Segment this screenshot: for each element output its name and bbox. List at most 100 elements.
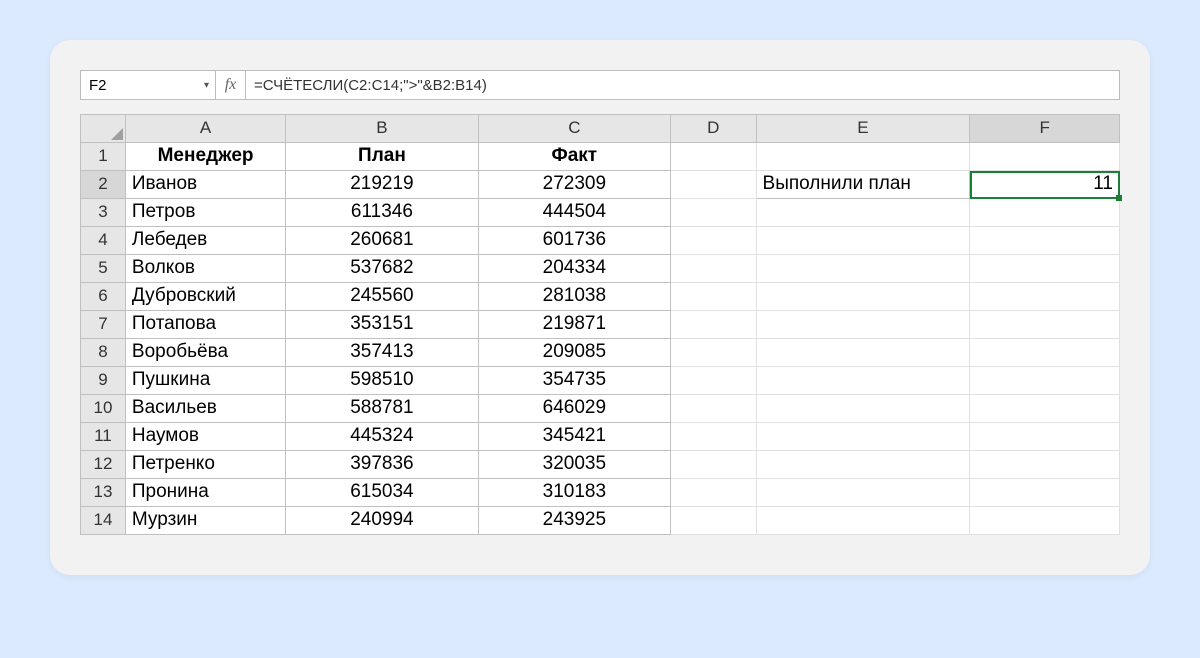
cell-D10[interactable]: [671, 395, 757, 423]
cell-C3[interactable]: 444504: [478, 199, 670, 227]
cell-B4[interactable]: 260681: [286, 227, 478, 255]
cell-A12[interactable]: Петренко: [125, 451, 285, 479]
cell-B3[interactable]: 611346: [286, 199, 478, 227]
cell-C13[interactable]: 310183: [478, 479, 670, 507]
cell-E8[interactable]: [756, 339, 970, 367]
cell-F8[interactable]: [970, 339, 1120, 367]
cell-A6[interactable]: Дубровский: [125, 283, 285, 311]
col-header-A[interactable]: A: [125, 115, 285, 143]
col-header-C[interactable]: C: [478, 115, 670, 143]
cell-D12[interactable]: [671, 451, 757, 479]
cell-D2[interactable]: [671, 171, 757, 199]
row-header-12[interactable]: 12: [81, 451, 126, 479]
cell-F13[interactable]: [970, 479, 1120, 507]
cell-D5[interactable]: [671, 255, 757, 283]
cell-A11[interactable]: Наумов: [125, 423, 285, 451]
cell-F14[interactable]: [970, 507, 1120, 535]
cell-A1[interactable]: Менеджер: [125, 143, 285, 171]
fx-icon[interactable]: fx: [216, 71, 246, 99]
cell-B2[interactable]: 219219: [286, 171, 478, 199]
row-header-2[interactable]: 2: [81, 171, 126, 199]
name-box[interactable]: F2 ▾: [81, 71, 216, 99]
cell-E7[interactable]: [756, 311, 970, 339]
cell-B10[interactable]: 588781: [286, 395, 478, 423]
cell-E13[interactable]: [756, 479, 970, 507]
row-header-9[interactable]: 9: [81, 367, 126, 395]
name-box-dropdown-icon[interactable]: ▾: [204, 80, 209, 91]
cell-E1[interactable]: [756, 143, 970, 171]
cell-F4[interactable]: [970, 227, 1120, 255]
cell-B13[interactable]: 615034: [286, 479, 478, 507]
row-header-5[interactable]: 5: [81, 255, 126, 283]
cell-C6[interactable]: 281038: [478, 283, 670, 311]
row-header-11[interactable]: 11: [81, 423, 126, 451]
cell-A5[interactable]: Волков: [125, 255, 285, 283]
cell-E10[interactable]: [756, 395, 970, 423]
cell-D8[interactable]: [671, 339, 757, 367]
cell-C8[interactable]: 209085: [478, 339, 670, 367]
row-header-8[interactable]: 8: [81, 339, 126, 367]
cell-F6[interactable]: [970, 283, 1120, 311]
col-header-B[interactable]: B: [286, 115, 478, 143]
cell-D14[interactable]: [671, 507, 757, 535]
cell-E12[interactable]: [756, 451, 970, 479]
cell-B1[interactable]: План: [286, 143, 478, 171]
row-header-3[interactable]: 3: [81, 199, 126, 227]
cell-C1[interactable]: Факт: [478, 143, 670, 171]
select-all-corner[interactable]: [81, 115, 126, 143]
cell-F2[interactable]: 11: [970, 171, 1120, 199]
cell-F3[interactable]: [970, 199, 1120, 227]
cell-C7[interactable]: 219871: [478, 311, 670, 339]
cell-A7[interactable]: Потапова: [125, 311, 285, 339]
formula-input[interactable]: =СЧЁТЕСЛИ(C2:C14;">"&B2:B14): [246, 71, 1119, 99]
cell-C11[interactable]: 345421: [478, 423, 670, 451]
cell-E14[interactable]: [756, 507, 970, 535]
cell-F5[interactable]: [970, 255, 1120, 283]
cell-E11[interactable]: [756, 423, 970, 451]
row-header-6[interactable]: 6: [81, 283, 126, 311]
cell-A3[interactable]: Петров: [125, 199, 285, 227]
row-header-4[interactable]: 4: [81, 227, 126, 255]
cell-E6[interactable]: [756, 283, 970, 311]
cell-D7[interactable]: [671, 311, 757, 339]
col-header-E[interactable]: E: [756, 115, 970, 143]
cell-A13[interactable]: Пронина: [125, 479, 285, 507]
cell-E3[interactable]: [756, 199, 970, 227]
cell-C5[interactable]: 204334: [478, 255, 670, 283]
grid[interactable]: A B C D E F 1 Менеджер План Факт: [80, 114, 1120, 535]
cell-F1[interactable]: [970, 143, 1120, 171]
cell-A14[interactable]: Мурзин: [125, 507, 285, 535]
cell-B9[interactable]: 598510: [286, 367, 478, 395]
cell-A8[interactable]: Воробьёва: [125, 339, 285, 367]
cell-C10[interactable]: 646029: [478, 395, 670, 423]
row-header-1[interactable]: 1: [81, 143, 126, 171]
cell-A2[interactable]: Иванов: [125, 171, 285, 199]
row-header-10[interactable]: 10: [81, 395, 126, 423]
cell-D6[interactable]: [671, 283, 757, 311]
cell-E9[interactable]: [756, 367, 970, 395]
cell-C9[interactable]: 354735: [478, 367, 670, 395]
cell-A4[interactable]: Лебедев: [125, 227, 285, 255]
cell-E4[interactable]: [756, 227, 970, 255]
cell-D4[interactable]: [671, 227, 757, 255]
cell-B5[interactable]: 537682: [286, 255, 478, 283]
cell-D9[interactable]: [671, 367, 757, 395]
cell-A9[interactable]: Пушкина: [125, 367, 285, 395]
cell-F11[interactable]: [970, 423, 1120, 451]
cell-F7[interactable]: [970, 311, 1120, 339]
cell-E2[interactable]: Выполнили план: [756, 171, 970, 199]
col-header-D[interactable]: D: [671, 115, 757, 143]
cell-B11[interactable]: 445324: [286, 423, 478, 451]
cell-B7[interactable]: 353151: [286, 311, 478, 339]
cell-F12[interactable]: [970, 451, 1120, 479]
cell-F10[interactable]: [970, 395, 1120, 423]
cell-C2[interactable]: 272309: [478, 171, 670, 199]
cell-F9[interactable]: [970, 367, 1120, 395]
row-header-14[interactable]: 14: [81, 507, 126, 535]
cell-B6[interactable]: 245560: [286, 283, 478, 311]
cell-D1[interactable]: [671, 143, 757, 171]
cell-A10[interactable]: Васильев: [125, 395, 285, 423]
row-header-7[interactable]: 7: [81, 311, 126, 339]
cell-B14[interactable]: 240994: [286, 507, 478, 535]
cell-D13[interactable]: [671, 479, 757, 507]
